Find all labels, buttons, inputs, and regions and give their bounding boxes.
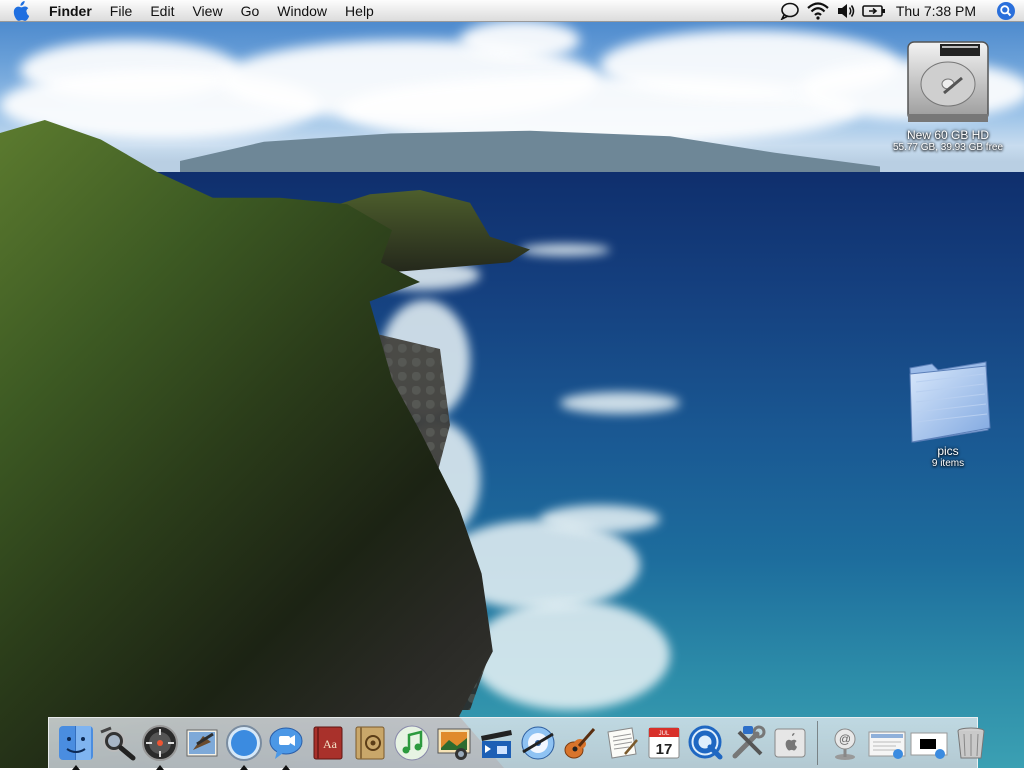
minimized-window-icon — [910, 732, 948, 759]
dictionary-aa-text: Aa — [323, 737, 338, 751]
idvd-icon — [521, 726, 555, 760]
dock-iphoto[interactable] — [433, 722, 475, 764]
apple-info-icon — [774, 728, 806, 758]
menu-view[interactable]: View — [183, 0, 231, 22]
dock-dictionary[interactable]: Aa — [307, 722, 349, 764]
menu-go[interactable]: Go — [232, 0, 269, 22]
hard-drive-name: New 60 GB HD — [906, 128, 990, 142]
finder-icon — [59, 726, 93, 760]
safari-icon — [226, 725, 262, 761]
dock-itunes[interactable] — [391, 722, 433, 764]
dock-trash[interactable] — [950, 722, 992, 764]
iphoto-icon — [437, 728, 471, 760]
ichat-status-icon[interactable] — [776, 0, 804, 22]
dock-dashboard[interactable] — [97, 722, 139, 764]
dock-apple-info[interactable] — [769, 722, 811, 764]
folder-name: pics — [937, 444, 959, 458]
imovie-icon — [481, 730, 512, 758]
pics-folder-desktop-item[interactable]: pics 9 items — [898, 352, 998, 470]
dock-ichat[interactable] — [265, 722, 307, 770]
dock-quicktime[interactable] — [685, 722, 727, 764]
dock-finder[interactable] — [55, 722, 97, 770]
dock-safari[interactable] — [223, 722, 265, 770]
menu-window[interactable]: Window — [268, 0, 336, 22]
system-preferences-icon — [142, 725, 178, 761]
dock-network-stack[interactable]: @ — [824, 722, 866, 764]
menu-file[interactable]: File — [101, 0, 142, 22]
dock: Aa JUL 17 @ — [48, 717, 985, 770]
ical-icon: JUL 17 — [648, 727, 680, 759]
dock-mail[interactable] — [181, 722, 223, 764]
dock-imovie[interactable] — [475, 722, 517, 764]
dock-ical[interactable]: JUL 17 — [643, 722, 685, 764]
garageband-icon — [564, 728, 596, 759]
ichat-icon — [269, 727, 303, 759]
dock-address-book[interactable] — [349, 722, 391, 764]
dock-system-preferences[interactable] — [139, 722, 181, 770]
dock-idvd[interactable] — [517, 722, 559, 764]
volume-icon[interactable] — [832, 0, 860, 22]
itunes-icon — [394, 725, 430, 761]
textedit-icon — [607, 727, 638, 759]
ical-day: 17 — [656, 741, 673, 758]
documents-stack-icon — [868, 731, 906, 759]
spotlight-icon[interactable] — [988, 0, 1024, 22]
hard-drive-desktop-item[interactable]: New 60 GB HD 55.77 GB, 39.93 GB free — [880, 38, 1016, 154]
menu-bar: Finder File Edit View Go Window Help Thu… — [0, 0, 1024, 22]
menu-extras: Thu 7:38 PM — [776, 0, 1024, 22]
dictionary-icon: Aa — [313, 726, 343, 760]
folder-icon — [902, 352, 994, 444]
apple-menu-icon[interactable] — [0, 0, 40, 22]
svg-text:@: @ — [839, 732, 851, 746]
address-book-icon — [355, 726, 385, 760]
dock-textedit[interactable] — [601, 722, 643, 764]
menu-clock[interactable]: Thu 7:38 PM — [888, 3, 988, 19]
utilities-icon — [732, 725, 766, 759]
hard-drive-icon — [904, 38, 992, 128]
network-stack-icon: @ — [834, 728, 856, 760]
dock-utilities[interactable] — [727, 722, 769, 764]
menu-help[interactable]: Help — [336, 0, 383, 22]
dock-separator — [817, 721, 818, 765]
dashboard-icon — [100, 726, 136, 761]
quicktime-icon — [688, 725, 723, 760]
dock-minimized-window[interactable] — [908, 722, 950, 764]
menu-edit[interactable]: Edit — [141, 0, 183, 22]
desktop-wallpaper — [0, 0, 1024, 768]
folder-info: 9 items — [931, 458, 965, 469]
mail-icon — [186, 729, 218, 757]
dock-garageband[interactable] — [559, 722, 601, 764]
battery-icon[interactable] — [860, 0, 888, 22]
wifi-icon[interactable] — [804, 0, 832, 22]
menu-finder[interactable]: Finder — [40, 0, 101, 22]
trash-icon — [957, 727, 985, 759]
hard-drive-info: 55.77 GB, 39.93 GB free — [892, 142, 1004, 153]
dock-documents-stack[interactable] — [866, 722, 908, 764]
ical-month: JUL — [659, 731, 670, 737]
